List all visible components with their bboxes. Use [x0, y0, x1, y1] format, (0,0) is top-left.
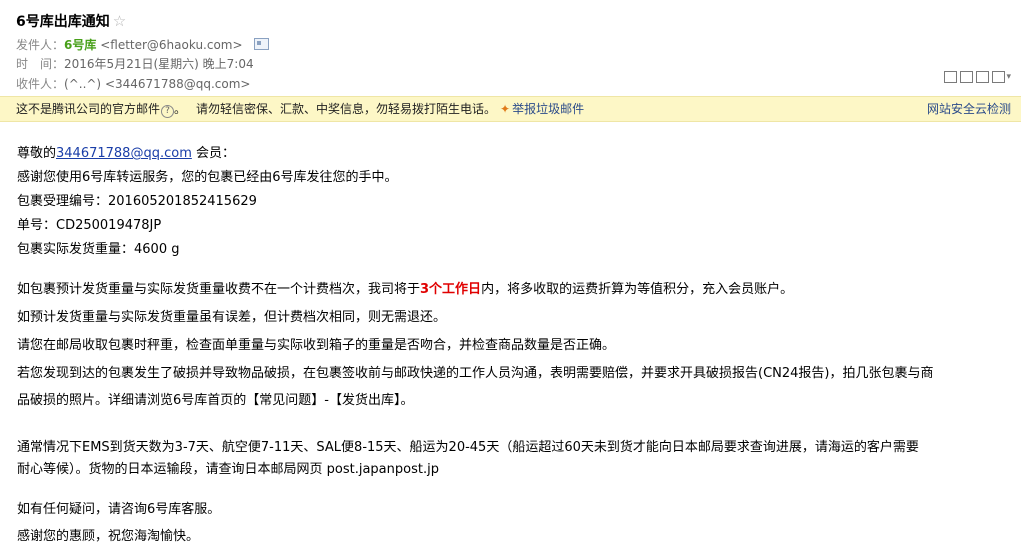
split-view-icon[interactable] [976, 71, 990, 83]
paragraph-check-weight: 请您在邮局收取包裹时秤重，检查面单重量与实际收到箱子的重量是否吻合，并检查商品数… [17, 338, 616, 353]
paragraph-damage-2: 品破损的照片。详细请浏览6号库首页的【常见问题】-【发货出库】。 [17, 393, 414, 408]
report-spam-label: 举报垃圾邮件 [512, 102, 585, 116]
print-icon[interactable] [992, 71, 1006, 83]
member-email-link[interactable]: 344671788@qq.com [56, 146, 192, 161]
tracking-number: 单号：CD250019478JP [17, 218, 162, 233]
report-icon: ✦ [500, 102, 511, 116]
chevron-down-icon[interactable]: ▾ [1006, 71, 1011, 83]
warning-notice-text: 这不是腾讯公司的官方邮件 [16, 102, 161, 116]
paragraph-damage-1: 若您发现到达的包裹发生了破损并导致物品破损，在包裹签收前与邮政快递的工作人员沟通… [17, 366, 934, 381]
greeting-pre: 尊敬的 [17, 146, 57, 161]
recipient-name[interactable]: (^..^) [64, 77, 101, 91]
mail-subject: 6号库出库通知 ☆ [16, 11, 126, 31]
subject-text: 6号库出库通知 [16, 14, 110, 30]
time-label: 时 间： [16, 57, 65, 71]
warning-bar: 这不是腾讯公司的官方邮件?。 请勿轻信密保、汇款、中奖信息，勿轻易拨打陌生电话。… [0, 96, 1021, 122]
paragraph-closing: 感谢您的惠顾，祝您海淘愉快。 [17, 529, 200, 544]
p1-post: 内，将多收取的运费折算为等值积分，充入会员账户。 [481, 282, 794, 297]
page-icon[interactable] [960, 71, 974, 83]
paragraph-shipping-1: 通常情况下EMS到货天数为3-7天、航空便7-11天、SAL便8-15天、船运为… [17, 440, 919, 455]
p1-pre: 如包裹预计发货重量与实际发货重量收费不在一个计费档次，我司将于 [17, 282, 421, 297]
question-icon[interactable]: ? [161, 105, 175, 118]
mail-toolbar: ▾ [944, 71, 1011, 83]
paragraph-contact: 如有任何疑问，请咨询6号库客服。 [17, 502, 221, 517]
star-icon[interactable]: ☆ [113, 12, 126, 30]
greeting-line: 尊敬的344671788@qq.com 会员： [17, 142, 235, 161]
report-spam-link[interactable]: ✦ 举报垃圾邮件 [500, 97, 584, 121]
warning-advice: 请勿轻信密保、汇款、中奖信息，勿轻易拨打陌生电话。 [196, 102, 497, 116]
sender-row: 发件人：6号库 <fletter@6haoku.com> [16, 36, 270, 53]
package-number: 包裹受理编号：201605201852415629 [17, 194, 257, 209]
sender-name[interactable]: 6号库 [64, 38, 96, 52]
time-value: 2016年5月21日(星期六) 晚上7:04 [64, 57, 254, 71]
recipient-label: 收件人： [16, 77, 65, 91]
warning-notice-end: 。 [174, 102, 187, 116]
sender-email[interactable]: <fletter@6haoku.com> [100, 38, 242, 52]
new-window-icon[interactable] [944, 71, 958, 83]
paragraph-no-refund: 如预计发货重量与实际发货重量虽有误差，但计费档次相同，则无需退还。 [17, 310, 447, 325]
paragraph-shipping-2: 耐心等候）。货物的日本运输段，请查询日本邮局网页 post.japanpost.… [17, 462, 439, 477]
warning-notice: 这不是腾讯公司的官方邮件?。 [16, 97, 186, 121]
thanks-line: 感谢您使用6号库转运服务，您的包裹已经由6号库发往您的手中。 [17, 170, 398, 185]
time-row: 时 间：2016年5月21日(星期六) 晚上7:04 [16, 55, 254, 72]
recipient-row: 收件人：(^..^) <344671788@qq.com> [16, 75, 250, 92]
sender-label: 发件人： [16, 38, 65, 52]
p1-highlight: 3个工作日 [420, 282, 482, 297]
package-weight: 包裹实际发货重量：4600 g [17, 242, 180, 257]
greeting-post: 会员： [191, 146, 235, 161]
recipient-email[interactable]: <344671788@qq.com> [105, 77, 251, 91]
address-book-icon[interactable] [254, 38, 270, 50]
mail-header: 6号库出库通知 ☆ 发件人：6号库 <fletter@6haoku.com> 时 … [0, 0, 1021, 96]
paragraph-refund: 如包裹预计发货重量与实际发货重量收费不在一个计费档次，我司将于3个工作日内，将多… [17, 278, 793, 297]
security-check-link[interactable]: 网站安全云检测 [927, 97, 1011, 121]
